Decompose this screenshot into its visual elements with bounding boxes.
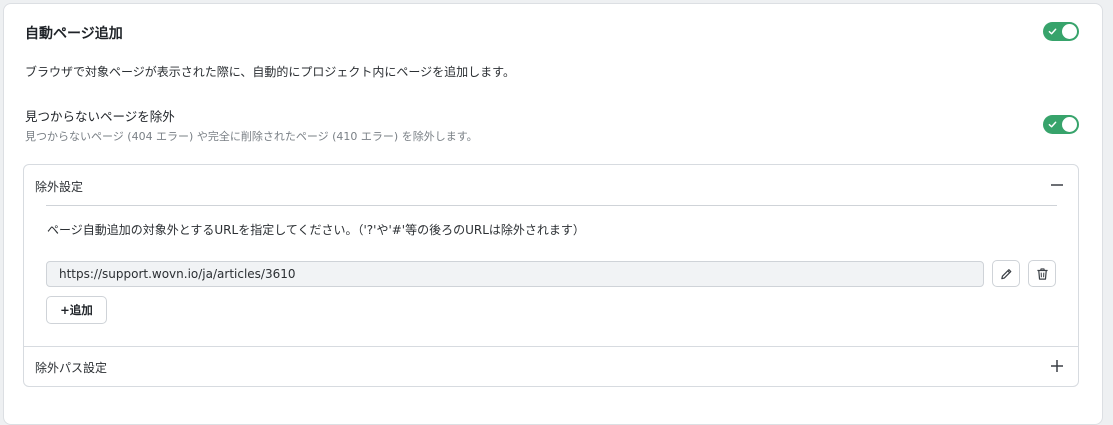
exclusion-settings-header[interactable]: 除外設定 [24, 165, 1078, 205]
exclusion-path-settings-label: 除外パス設定 [35, 359, 107, 376]
trash-icon [1036, 267, 1049, 281]
add-url-button[interactable]: +追加 [46, 296, 107, 324]
collapse-icon[interactable] [1050, 178, 1064, 192]
toggle-knob [1062, 24, 1077, 39]
exclude-not-found-description: 見つからないページ (404 エラー) や完全に削除されたページ (410 エラ… [25, 128, 478, 144]
auto-page-add-card: 自動ページ追加 ブラウザで対象ページが表示された際に、自動的にプロジェクト内にペ… [3, 3, 1103, 425]
expand-icon[interactable] [1050, 359, 1064, 373]
exclude-not-found-toggle[interactable] [1043, 115, 1079, 134]
pencil-icon [1000, 267, 1013, 281]
excluded-url-input[interactable] [46, 261, 984, 287]
check-icon [1048, 27, 1057, 36]
divider [46, 205, 1057, 206]
section-title: 自動ページ追加 [25, 23, 123, 43]
delete-url-button[interactable] [1028, 260, 1056, 287]
exclusion-path-settings-header[interactable]: 除外パス設定 [24, 347, 1078, 386]
exclusion-settings-label: 除外設定 [35, 178, 83, 195]
exclusion-instruction: ページ自動追加の対象外とするURLを指定してください。（'?'や'#'等の後ろの… [47, 221, 585, 238]
exclude-not-found-title: 見つからないページを除外 [25, 106, 175, 125]
auto-page-add-toggle[interactable] [1043, 22, 1079, 41]
toggle-knob [1062, 117, 1077, 132]
exclusion-accordion: 除外設定 ページ自動追加の対象外とするURLを指定してください。（'?'や'#'… [23, 164, 1079, 387]
check-icon [1048, 120, 1057, 129]
section-description: ブラウザで対象ページが表示された際に、自動的にプロジェクト内にページを追加します… [25, 63, 515, 80]
edit-url-button[interactable] [992, 260, 1020, 287]
